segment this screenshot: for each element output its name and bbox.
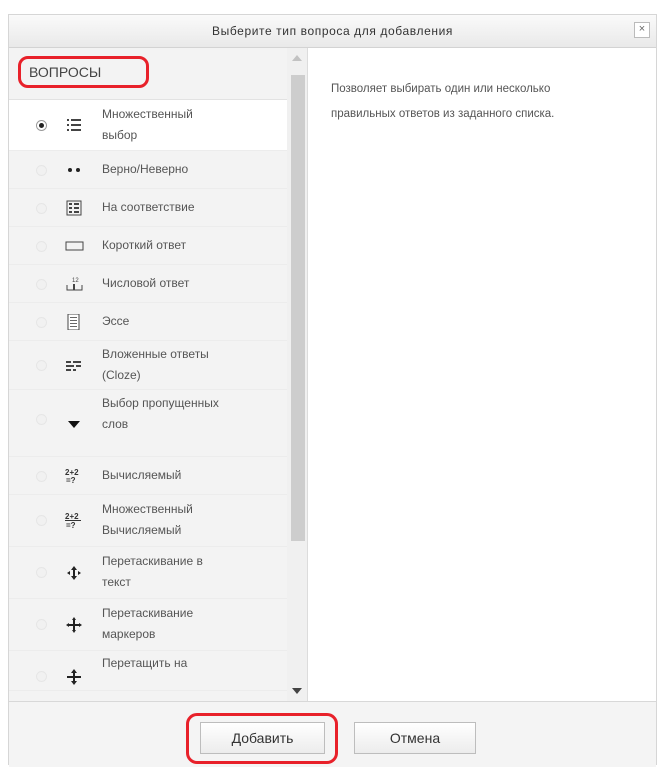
question-type-label-line: Вычисляемый (102, 468, 182, 482)
scroll-up-arrow-icon[interactable] (292, 55, 302, 61)
scrollbar[interactable] (287, 48, 307, 701)
question-type-options: Множественный выбор Верно/Неверно На соотве… (9, 100, 287, 691)
question-type-label-line: Выбор пропущенных (102, 396, 219, 410)
short-answer-icon (65, 238, 85, 254)
dialog-titlebar: Выберите тип вопроса для добавления × (9, 15, 656, 48)
question-type-label-line: Множественный (102, 107, 193, 121)
drag-drop-image-icon (65, 669, 85, 685)
question-type-option[interactable]: Выбор пропущенных слов (9, 390, 287, 457)
calculated-icon: 2+2 =? (65, 468, 85, 485)
question-type-label: Перетаскивание в текст (102, 551, 262, 593)
question-type-description: Позволяет выбирать один или несколько пр… (331, 77, 631, 127)
question-type-label: Короткий ответ (102, 235, 262, 256)
question-type-label: Вложенные ответы (Cloze) (102, 344, 262, 386)
question-type-option[interactable]: Перетаскивание маркеров (9, 599, 287, 651)
question-type-radio[interactable] (36, 279, 47, 290)
question-type-label-line: маркеров (102, 627, 156, 641)
question-type-list-panel: ВОПРОСЫ Множественный выбор Верно/Неверно Н… (9, 48, 308, 701)
question-type-label: Множественный Вычисляемый (102, 499, 262, 541)
question-type-radio[interactable] (36, 671, 47, 682)
question-type-option[interactable]: 12 Числовой ответ (9, 265, 287, 303)
svg-text:12: 12 (72, 278, 79, 284)
question-type-radio[interactable] (36, 515, 47, 526)
question-type-label: На соответствие (102, 197, 262, 218)
calculated-multi-icon: 2+2 =? (65, 512, 85, 530)
question-type-dialog: Выберите тип вопроса для добавления × ВО… (8, 14, 657, 767)
question-type-label: Множественный выбор (102, 104, 262, 146)
question-type-label-line: (Cloze) (102, 368, 141, 382)
question-type-option[interactable]: Верно/Неверно (9, 151, 287, 189)
question-type-radio[interactable] (36, 165, 47, 176)
page-edge (0, 0, 3, 765)
question-type-option[interactable]: Вложенные ответы (Cloze) (9, 341, 287, 390)
close-button[interactable]: × (634, 22, 650, 38)
cancel-button[interactable]: Отмена (354, 722, 476, 754)
true-false-dots-icon (65, 162, 85, 178)
question-type-radio[interactable] (36, 619, 47, 630)
question-type-option[interactable]: 2+2 =? Вычисляемый (9, 457, 287, 495)
highlight-section-annotation (18, 56, 149, 88)
question-type-radio[interactable] (36, 471, 47, 482)
cloze-icon (65, 358, 85, 374)
question-type-option[interactable]: Перетаскивание в текст (9, 547, 287, 599)
question-type-radio[interactable] (36, 120, 47, 131)
question-type-label: Перетащить на (102, 653, 262, 674)
select-missing-words-icon (65, 416, 85, 432)
question-type-label-line: Верно/Неверно (102, 162, 189, 176)
numerical-icon: 12 (65, 276, 85, 292)
question-type-label-line: слов (102, 417, 129, 431)
question-type-radio[interactable] (36, 567, 47, 578)
section-header: ВОПРОСЫ (9, 48, 287, 100)
question-type-radio[interactable] (36, 414, 47, 425)
multichoice-list-icon (65, 117, 85, 133)
svg-text:=?: =? (66, 521, 76, 528)
question-type-label-line: Эссе (102, 314, 130, 328)
scroll-thumb[interactable] (291, 75, 305, 541)
question-type-radio[interactable] (36, 360, 47, 371)
question-type-radio[interactable] (36, 317, 47, 328)
question-type-label-line: Вычисляемый (102, 523, 182, 537)
description-line: правильных ответов из заданного списка. (331, 108, 555, 120)
question-type-label-line: Перетаскивание (102, 606, 194, 620)
matching-icon (65, 200, 85, 216)
description-line: Позволяет выбирать один или несколько (331, 83, 551, 95)
dialog-title: Выберите тип вопроса для добавления (212, 24, 453, 38)
question-type-label-line: На соответствие (102, 200, 195, 214)
question-type-option[interactable]: 2+2 =? Множественный Вычисляемый (9, 495, 287, 547)
question-type-label: Верно/Неверно (102, 159, 262, 180)
question-type-label-line: текст (102, 575, 131, 589)
question-type-option[interactable]: Множественный выбор (9, 100, 287, 151)
question-type-option[interactable]: На соответствие (9, 189, 287, 227)
scroll-down-arrow-icon[interactable] (292, 688, 302, 694)
question-type-label: Перетаскивание маркеров (102, 603, 262, 645)
question-type-label-line: Множественный (102, 502, 193, 516)
question-type-label: Вычисляемый (102, 465, 262, 486)
question-type-label: Выбор пропущенных слов (102, 393, 262, 435)
question-type-label-line: Вложенные ответы (102, 347, 209, 361)
svg-text:=?: =? (66, 476, 76, 484)
question-type-option[interactable]: Перетащить на (9, 651, 287, 691)
question-type-label-line: выбор (102, 128, 138, 142)
question-type-radio[interactable] (36, 203, 47, 214)
dialog-footer: Добавить Отмена (9, 701, 656, 767)
question-type-label-line: Перетаскивание в (102, 554, 203, 568)
add-button[interactable]: Добавить (200, 722, 325, 754)
question-type-radio[interactable] (36, 241, 47, 252)
question-type-option[interactable]: Эссе (9, 303, 287, 341)
question-type-label-line: Числовой ответ (102, 276, 190, 290)
question-type-label-line: Перетащить на (102, 656, 188, 670)
essay-icon (65, 313, 85, 331)
drag-drop-text-icon (65, 565, 85, 581)
svg-text:2+2: 2+2 (65, 512, 79, 521)
question-type-option[interactable]: Короткий ответ (9, 227, 287, 265)
question-type-label-line: Короткий ответ (102, 238, 187, 252)
question-type-label: Числовой ответ (102, 273, 262, 294)
question-type-label: Эссе (102, 311, 262, 332)
drag-drop-markers-icon (65, 617, 85, 633)
